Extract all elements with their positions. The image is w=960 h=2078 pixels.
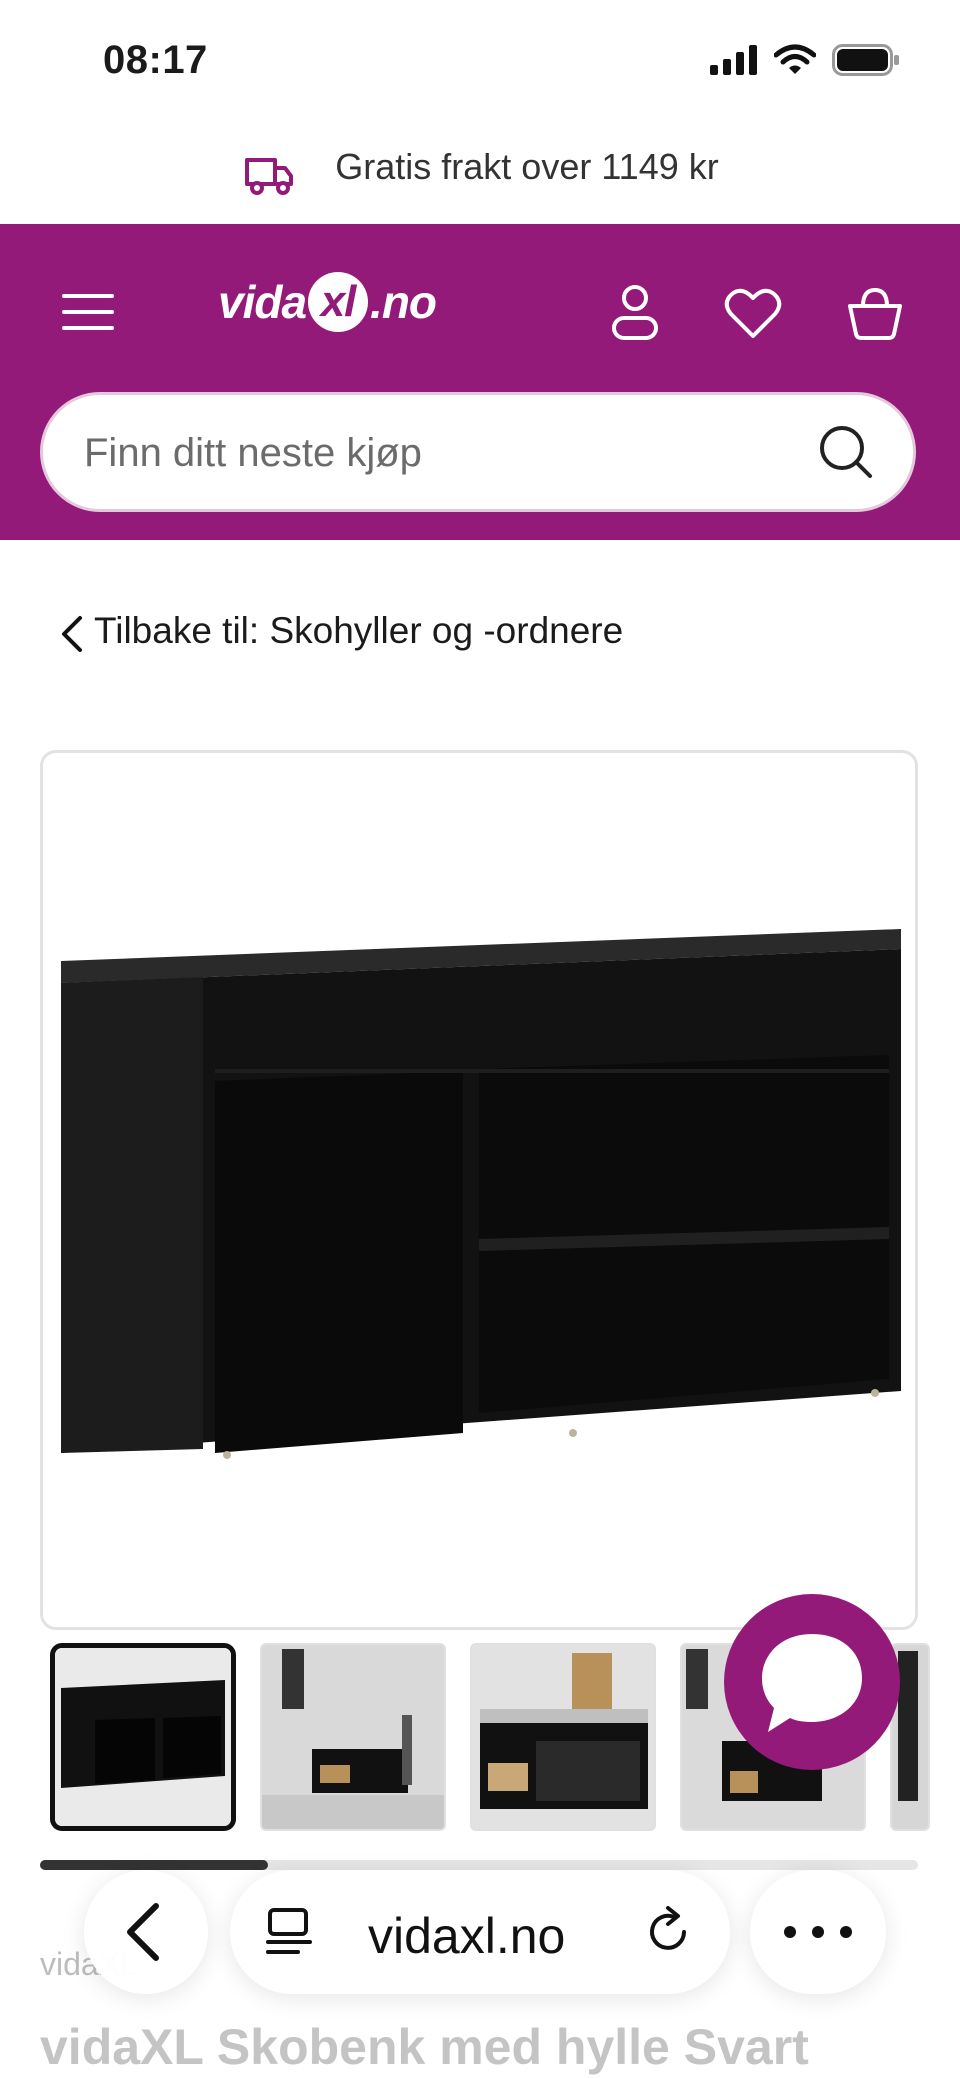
shipping-text: Gratis frakt over 1149 kr bbox=[335, 146, 719, 187]
chevron-left-icon[interactable] bbox=[58, 614, 86, 654]
more-dots-icon bbox=[784, 1926, 852, 1938]
shipping-banner: Gratis frakt over 1149 kr bbox=[0, 130, 960, 224]
search-icon[interactable] bbox=[818, 424, 874, 480]
shopping-basket-icon[interactable] bbox=[846, 284, 904, 340]
browser-more-button[interactable] bbox=[750, 1870, 886, 1994]
wishlist-heart-icon[interactable] bbox=[724, 288, 782, 340]
wifi-icon bbox=[774, 44, 816, 74]
product-main-image[interactable] bbox=[40, 750, 918, 1630]
battery-icon bbox=[832, 44, 899, 76]
delivery-truck-icon bbox=[245, 158, 294, 195]
account-icon[interactable] bbox=[610, 284, 660, 342]
breadcrumb-back-link[interactable]: Tilbake til: Skohyller og -ordnere bbox=[94, 610, 623, 652]
product-title: vidaXL Skobenk med hylle Svart bbox=[40, 2019, 809, 2075]
thumbnail-2[interactable] bbox=[260, 1643, 446, 1831]
cellular-signal-icon bbox=[710, 45, 757, 75]
shoe-bench-image bbox=[61, 929, 901, 1459]
gallery-scroll-indicator[interactable] bbox=[40, 1860, 268, 1870]
browser-url-text[interactable]: vidaxl.no bbox=[368, 1907, 565, 1965]
thumbnail-3-image bbox=[472, 1645, 654, 1829]
thumbnail-3[interactable] bbox=[470, 1643, 656, 1831]
status-icons bbox=[710, 44, 900, 76]
chat-bubble-icon bbox=[762, 1634, 862, 1732]
vidaxl-logo[interactable]: vida xl .no bbox=[218, 272, 437, 332]
thumbnail-1-image bbox=[55, 1648, 231, 1826]
reload-icon[interactable] bbox=[640, 1904, 696, 1960]
logo-xl-badge: xl bbox=[308, 272, 369, 332]
thumbnail-1[interactable] bbox=[50, 1643, 236, 1831]
logo-text-left: vida bbox=[218, 276, 307, 328]
reader-mode-icon[interactable] bbox=[262, 1904, 318, 1960]
browser-back-icon bbox=[127, 1903, 159, 1961]
logo-text-right: .no bbox=[370, 276, 437, 328]
search-input[interactable]: Finn ditt neste kjøp bbox=[84, 431, 422, 476]
status-time: 08:17 bbox=[103, 38, 208, 82]
thumbnail-2-image bbox=[262, 1645, 444, 1829]
browser-back-button[interactable] bbox=[84, 1870, 208, 1994]
hamburger-menu-icon[interactable] bbox=[62, 292, 116, 332]
chat-button[interactable] bbox=[724, 1594, 900, 1770]
